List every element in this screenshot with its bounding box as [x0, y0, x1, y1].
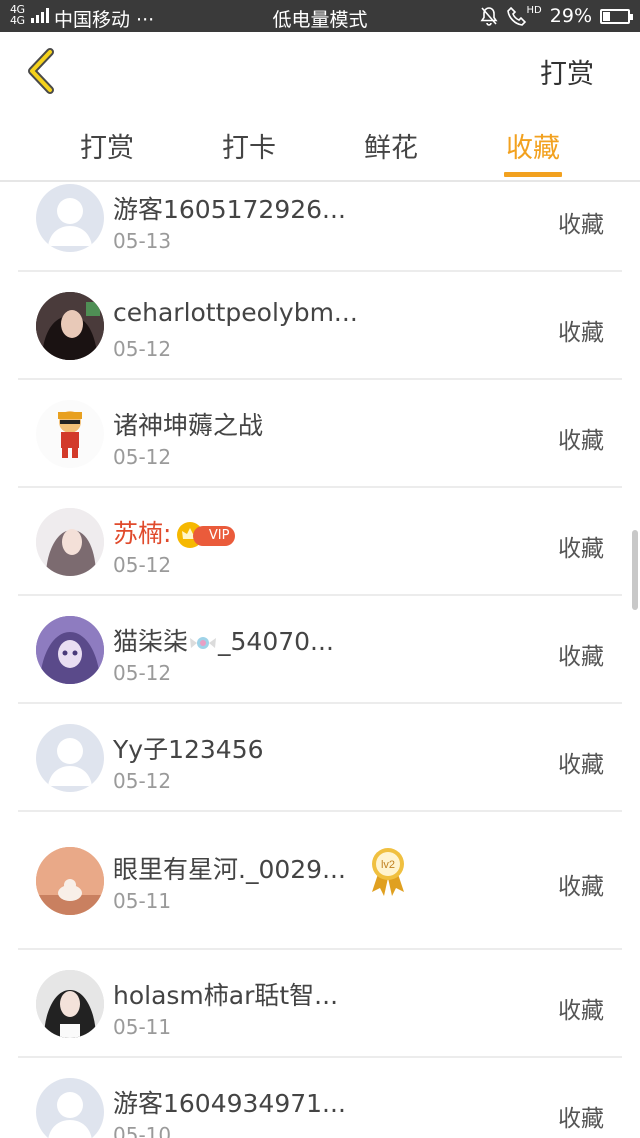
favorite-action: 收藏 [558, 428, 604, 454]
date-label: 05-13 [113, 229, 172, 253]
favorites-list: 游客1605172926... 05-13 收藏 ceharlottpeolyb… [0, 182, 640, 1138]
user-name: ceharlottpeolybm... [113, 298, 358, 327]
default-avatar [36, 1078, 104, 1138]
favorite-action: 收藏 [558, 212, 604, 238]
photo-avatar [36, 847, 104, 915]
bell-muted-icon [480, 7, 498, 26]
vip-badge: VIP [177, 522, 236, 548]
user-name: 苏楠: VIP [113, 514, 236, 550]
vip-tag: VIP [193, 526, 236, 546]
list-item[interactable]: 眼里有星河._0029... lv2 05-11 收藏 [18, 812, 622, 950]
portrait-image [36, 847, 104, 915]
default-avatar [36, 724, 104, 792]
candy-icon [190, 637, 217, 649]
tab-flowers[interactable]: 鲜花 [364, 126, 418, 165]
tab-favorites[interactable]: 收藏 [506, 126, 560, 165]
user-name: 诸神坤薅之战 [113, 411, 264, 440]
tab-bar: 打赏 打卡 鲜花 收藏 [0, 118, 640, 180]
list-item[interactable]: 游客1604934971... 05-10 收藏 [18, 1058, 622, 1138]
list-item[interactable]: 猫柒柒 _54070... 05-12 收藏 [18, 596, 622, 704]
list-item[interactable]: 苏楠: VIP 05-12 收藏 [18, 488, 622, 596]
hd-label: HD [526, 5, 542, 16]
user-name: 游客1604934971... [113, 1089, 346, 1118]
date-label: 05-12 [113, 661, 172, 685]
user-name-part: 猫柒柒 [113, 627, 189, 656]
tab-reward[interactable]: 打赏 [80, 126, 134, 165]
user-name: 游客1605172926... [113, 195, 346, 224]
user-name: 眼里有星河._0029... [113, 855, 346, 884]
portrait-image [36, 970, 104, 1038]
cartoon-avatar [36, 400, 104, 468]
phone-icon [506, 6, 526, 26]
date-label: 05-10 [113, 1123, 172, 1138]
battery-percent: 29% [549, 5, 592, 27]
user-name: Yy子123456 [113, 735, 264, 764]
default-avatar [36, 184, 104, 252]
level-badge-label: lv2 [381, 859, 395, 871]
photo-avatar [36, 292, 104, 360]
photo-avatar [36, 970, 104, 1038]
cartoon-character-image [36, 400, 104, 468]
tab-checkin[interactable]: 打卡 [222, 126, 276, 165]
favorite-action: 收藏 [558, 998, 604, 1024]
user-silhouette-icon [48, 738, 92, 786]
date-label: 05-12 [113, 337, 172, 361]
user-name-suffix: _54070... [218, 627, 334, 656]
user-name: holasm柿ar聒t智... [113, 981, 339, 1010]
hd-call-indicator: HD [506, 5, 542, 26]
user-silhouette-icon [48, 1092, 92, 1138]
vip-user-name: 苏楠: [113, 519, 172, 548]
date-label: 05-11 [113, 889, 172, 913]
portrait-image [36, 292, 104, 360]
level-badge-icon: lv2 [372, 848, 404, 896]
date-label: 05-12 [113, 553, 172, 577]
status-bar: 4G 4G 中国移动 ··· 低电量模式 HD 29% [0, 0, 640, 32]
active-tab-indicator [504, 172, 562, 177]
list-item[interactable]: Yy子123456 05-12 收藏 [18, 704, 622, 812]
status-right: HD 29% [479, 5, 633, 27]
reward-button[interactable]: 打赏 [540, 52, 594, 91]
chevron-left-icon[interactable] [22, 48, 62, 94]
scrollbar[interactable] [632, 530, 638, 610]
anime-avatar [36, 616, 104, 684]
header: 打赏 [0, 32, 640, 108]
list-item[interactable]: holasm柿ar聒t智... 05-11 收藏 [18, 950, 622, 1058]
list-item[interactable]: 游客1605172926... 05-13 收藏 [18, 182, 622, 272]
list-item[interactable]: ceharlottpeolybm... 05-12 收藏 [18, 272, 622, 380]
battery-icon [600, 8, 633, 24]
date-label: 05-12 [113, 445, 172, 469]
favorite-action: 收藏 [558, 1106, 604, 1132]
date-label: 05-12 [113, 769, 172, 793]
date-label: 05-11 [113, 1015, 172, 1039]
portrait-image [36, 508, 104, 576]
list-item[interactable]: 诸神坤薅之战 05-12 收藏 [18, 380, 622, 488]
favorite-action: 收藏 [558, 536, 604, 562]
favorite-action: 收藏 [558, 874, 604, 900]
photo-avatar [36, 508, 104, 576]
user-silhouette-icon [48, 198, 92, 246]
favorite-action: 收藏 [558, 644, 604, 670]
anime-image [36, 616, 104, 684]
user-name: 猫柒柒 _54070... [113, 622, 334, 658]
favorite-action: 收藏 [558, 320, 604, 346]
favorite-action: 收藏 [558, 752, 604, 778]
